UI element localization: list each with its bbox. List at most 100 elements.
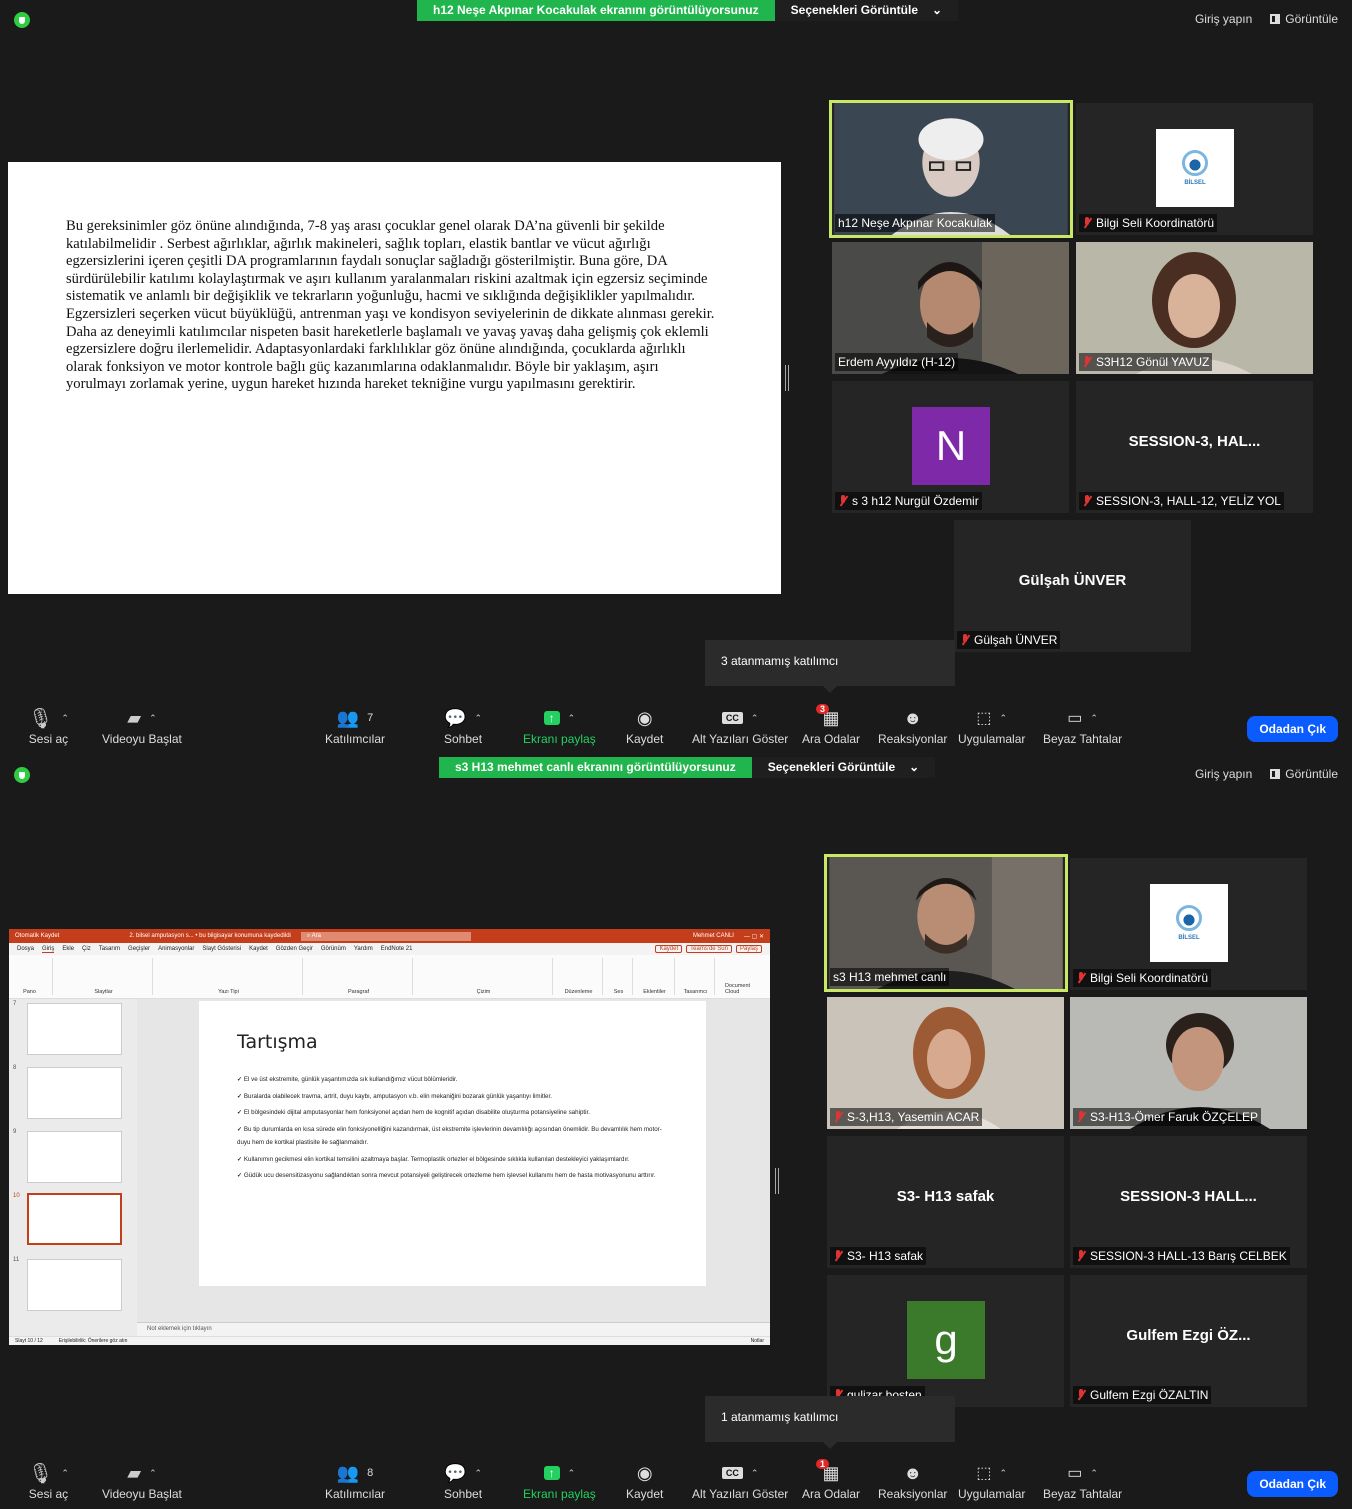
leave-button[interactable]: Odadan Çık — [1247, 1471, 1338, 1497]
resize-handle[interactable] — [775, 1168, 779, 1194]
caret-up-icon[interactable]: ⌃ — [999, 1468, 1007, 1479]
chat-button[interactable]: 💬 ⌃ Sohbet — [444, 706, 482, 747]
caret-up-icon[interactable]: ⌃ — [568, 713, 576, 724]
accessibility-status[interactable]: Erişilebilirlik: Önerilere göz atın — [59, 1338, 128, 1344]
ribbon-group-editing[interactable]: Düzenleme — [563, 958, 603, 995]
slide-thumbnail[interactable] — [27, 1067, 122, 1119]
caret-up-icon[interactable]: ⌃ — [61, 713, 69, 724]
tab-file[interactable]: Dosya — [17, 946, 34, 952]
ribbon-group-voice[interactable]: Ses — [613, 958, 633, 995]
reactions-button[interactable]: ☻ Reaksiyonlar — [878, 706, 947, 747]
caret-up-icon[interactable]: ⌃ — [474, 713, 482, 724]
slide-thumbnails[interactable]: 7 8 9 10 11 — [9, 999, 137, 1336]
caret-up-icon[interactable]: ⌃ — [1090, 1468, 1098, 1479]
slide-thumbnail[interactable] — [27, 1003, 122, 1055]
tab-help[interactable]: Yardım — [354, 946, 373, 952]
tab-endnote[interactable]: EndNote 21 — [381, 946, 413, 952]
video-tile-active-speaker[interactable]: s3 H13 mehmet canlı — [824, 854, 1068, 992]
tab-design[interactable]: Tasarım — [99, 946, 120, 952]
video-tile[interactable]: S3-H13-Ömer Faruk ÖZÇELEP — [1070, 997, 1307, 1129]
video-tile[interactable]: S3- H13 safak S3- H13 safak — [827, 1136, 1064, 1268]
ribbon-group-paragraph[interactable]: Paragraf — [313, 958, 413, 995]
window-controls[interactable]: — ▢ ✕ — [744, 933, 764, 940]
tab-view[interactable]: Görünüm — [321, 946, 346, 952]
tab-slideshow[interactable]: Slayt Gösterisi — [202, 946, 241, 952]
video-tile[interactable]: BİLSEL Bilgi Seli Koordinatörü — [1076, 103, 1313, 235]
slide-thumbnail[interactable] — [27, 1259, 122, 1311]
start-video-button[interactable]: ▰ ⌃ Videoyu Başlat — [102, 706, 182, 747]
reactions-button[interactable]: ☻ Reaksiyonlar — [878, 1461, 947, 1502]
apps-button[interactable]: ⬚ ⌃ Uygulamalar — [958, 706, 1025, 746]
chat-button[interactable]: 💬 ⌃ Sohbet — [444, 1461, 482, 1502]
notes-button[interactable]: Notlar — [751, 1338, 764, 1344]
video-tile[interactable]: Gulfem Ezgi ÖZ... Gulfem Ezgi ÖZALTIN — [1070, 1275, 1307, 1407]
participants-button[interactable]: 👥 8 Katılımcılar — [325, 1461, 385, 1502]
video-tile-active-speaker[interactable]: h12 Neşe Akpınar Kocakulak — [829, 100, 1073, 238]
teams-present-button[interactable]: Teams'de Sun — [686, 945, 732, 953]
whiteboards-button[interactable]: ▭ ⌃ Beyaz Tahtalar — [1043, 706, 1122, 746]
video-tile[interactable]: SESSION-3, HAL... SESSION-3, HALL-12, YE… — [1076, 381, 1313, 513]
security-shield-icon[interactable] — [14, 767, 30, 783]
view-options-button[interactable]: Seçenekleri Görüntüle ⌄ — [774, 0, 959, 21]
autosave-toggle[interactable]: Otomatik Kaydet — [15, 933, 59, 939]
record-button[interactable]: ◉ Kaydet — [626, 706, 663, 747]
notes-pane[interactable]: Not eklemek için tıklayın — [137, 1322, 770, 1336]
resize-handle[interactable] — [785, 365, 789, 391]
tab-review[interactable]: Gözden Geçir — [276, 946, 313, 952]
share-screen-button[interactable]: ↑ ⌃ Ekranı paylaş — [523, 706, 596, 746]
video-tile[interactable]: SESSION-3 HALL... SESSION-3 HALL-13 Barı… — [1070, 1136, 1307, 1268]
ribbon-group-addins[interactable]: Eklentiler — [643, 958, 675, 995]
video-tile[interactable]: BİLSEL Bilgi Seli Koordinatörü — [1070, 858, 1307, 990]
caret-up-icon[interactable]: ⌃ — [751, 1468, 759, 1479]
unmute-button[interactable]: 🎙 ⌃ Sesi aç — [28, 1461, 69, 1502]
search-box[interactable]: ⌕ Ara — [300, 931, 471, 941]
slide-canvas[interactable]: Tartışma El ve üst ekstremite, günlük ya… — [137, 999, 770, 1336]
video-tile[interactable]: N s 3 h12 Nurgül Özdemir — [832, 381, 1069, 513]
security-shield-icon[interactable] — [14, 12, 30, 28]
video-tile[interactable]: Erdem Ayyıldız (H-12) — [832, 242, 1069, 374]
start-video-button[interactable]: ▰ ⌃ Videoyu Başlat — [102, 1461, 182, 1502]
share-screen-button[interactable]: ↑ ⌃ Ekranı paylaş — [523, 1461, 596, 1501]
video-tile[interactable]: Gülşah ÜNVER Gülşah ÜNVER — [954, 520, 1191, 652]
tab-home[interactable]: Giriş — [42, 946, 55, 953]
record-pill-button[interactable]: Kaydet — [655, 945, 683, 953]
ribbon-group-slides[interactable]: Slaytlar — [63, 958, 153, 995]
signin-link[interactable]: Giriş yapın — [1195, 767, 1252, 781]
caret-up-icon[interactable]: ⌃ — [999, 713, 1007, 724]
view-button[interactable]: Görüntüle — [1270, 767, 1338, 781]
video-tile[interactable]: g gulizar bosten — [827, 1275, 1064, 1407]
slide-thumbnail[interactable] — [27, 1131, 122, 1183]
ribbon-group-font[interactable]: Yazı Tipi — [163, 958, 303, 995]
tab-record[interactable]: Kaydet — [249, 946, 268, 952]
caret-up-icon[interactable]: ⌃ — [474, 1468, 482, 1479]
apps-button[interactable]: ⬚ ⌃ Uygulamalar — [958, 1461, 1025, 1501]
caret-up-icon[interactable]: ⌃ — [149, 713, 157, 724]
ribbon-group-clipboard[interactable]: Pano — [15, 958, 53, 995]
captions-button[interactable]: CC ⌃ Alt Yazıları Göster — [692, 706, 788, 746]
record-button[interactable]: ◉ Kaydet — [626, 1461, 663, 1502]
breakout-rooms-button[interactable]: ▦ 3 Ara Odalar — [802, 704, 860, 746]
caret-up-icon[interactable]: ⌃ — [568, 1468, 576, 1479]
slide-thumbnail-selected[interactable] — [27, 1193, 122, 1245]
tab-insert[interactable]: Ekle — [62, 946, 74, 952]
caret-up-icon[interactable]: ⌃ — [149, 1468, 157, 1479]
share-pill-button[interactable]: Paylaş — [735, 945, 762, 953]
caret-up-icon[interactable]: ⌃ — [1090, 713, 1098, 724]
leave-button[interactable]: Odadan Çık — [1247, 716, 1338, 742]
whiteboards-button[interactable]: ▭ ⌃ Beyaz Tahtalar — [1043, 1461, 1122, 1501]
breakout-rooms-button[interactable]: ▦ 1 Ara Odalar — [802, 1459, 860, 1501]
ribbon-designer[interactable]: Tasarımcı — [684, 958, 715, 995]
caret-up-icon[interactable]: ⌃ — [61, 1468, 69, 1479]
view-button[interactable]: Görüntüle — [1270, 12, 1338, 26]
captions-button[interactable]: CC ⌃ Alt Yazıları Göster — [692, 1461, 788, 1501]
tab-transitions[interactable]: Geçişler — [128, 946, 150, 952]
tab-draw[interactable]: Çiz — [82, 946, 91, 952]
participants-button[interactable]: 👥 7 Katılımcılar — [325, 706, 385, 747]
video-tile[interactable]: S-3,H13, Yasemin ACAR — [827, 997, 1064, 1129]
tab-animations[interactable]: Animasyonlar — [158, 946, 194, 952]
signin-link[interactable]: Giriş yapın — [1195, 12, 1252, 26]
ribbon-group-drawing[interactable]: Çizim — [423, 958, 553, 995]
caret-up-icon[interactable]: ⌃ — [751, 713, 759, 724]
view-options-button[interactable]: Seçenekleri Görüntüle ⌄ — [751, 757, 936, 778]
video-tile[interactable]: S3H12 Gönül YAVUZ — [1076, 242, 1313, 374]
